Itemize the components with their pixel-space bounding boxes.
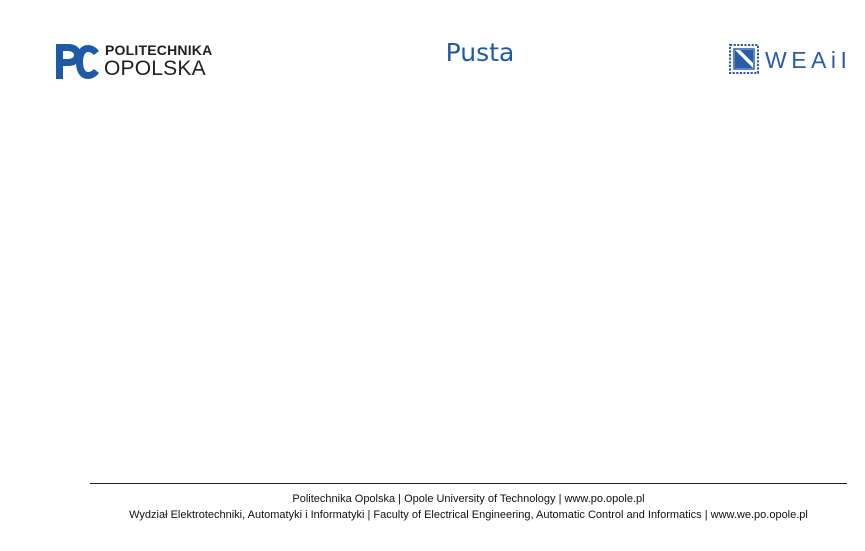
politechnika-opolska-logo: POLITECHNIKA OPOLSKA (54, 42, 214, 82)
slide: POLITECHNIKA OPOLSKA Pusta WEAiI Politec… (0, 0, 865, 551)
logo-text-opolska: OPOLSKA (104, 57, 206, 80)
weaii-logo-icon (729, 44, 759, 74)
footer-divider (90, 483, 847, 484)
footer-university-line: Politechnika Opolska | Opole University … (292, 493, 645, 505)
footer-faculty-line: Wydział Elektrotechniki, Automatyki i In… (129, 509, 808, 521)
page-title: Pusta (445, 38, 515, 67)
logo-text-weaii: WEAiI (765, 47, 852, 73)
politechnika-opolska-logo-icon (56, 44, 99, 79)
weaii-logo: WEAiI (728, 43, 856, 77)
logo-text-politechnika: POLITECHNIKA (105, 42, 213, 58)
